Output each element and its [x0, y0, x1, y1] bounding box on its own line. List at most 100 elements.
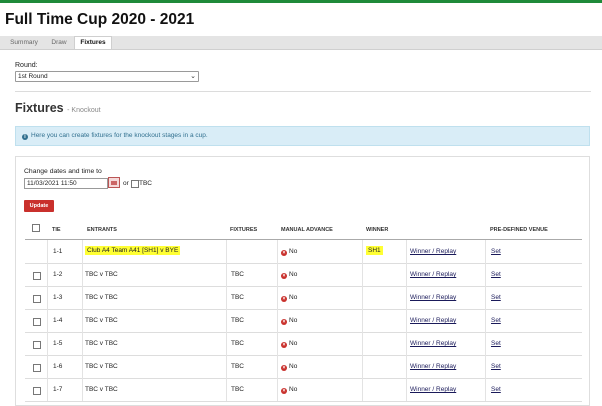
- entrants-cell: TBC v TBC: [85, 340, 118, 347]
- fixture-cell: TBC: [231, 363, 244, 370]
- winner-replay-link[interactable]: Winner / Replay: [410, 248, 456, 255]
- tie-cell: 1-4: [53, 317, 63, 324]
- fixture-cell: TBC: [231, 317, 244, 324]
- update-button[interactable]: Update: [24, 200, 54, 212]
- entrants-text: TBC v TBC: [85, 340, 118, 347]
- row-checkbox[interactable]: [33, 387, 41, 395]
- row-divider: [25, 309, 582, 310]
- winner-replay-text: Winner / Replay: [410, 363, 457, 370]
- tie-cell: 1-7: [53, 386, 63, 393]
- fixtures-heading: Fixtures - Knockout: [15, 101, 101, 115]
- winner-replay-text: Winner / Replay: [410, 317, 457, 324]
- round-select-value: 1st Round: [18, 73, 48, 80]
- chevron-down-icon: ⌄: [190, 73, 196, 80]
- manual-advance-text: No: [289, 294, 298, 301]
- info-icon: i: [22, 134, 28, 140]
- winner-replay-link[interactable]: Winner / Replay: [410, 317, 456, 324]
- set-venue-link[interactable]: Set: [491, 248, 501, 255]
- fixtures-subheading: - Knockout: [67, 107, 101, 114]
- x-circle-icon: ×: [281, 388, 287, 394]
- entrants-text: TBC v TBC: [85, 294, 118, 301]
- manual-advance-cell: × No: [281, 294, 297, 302]
- round-label: Round:: [15, 62, 38, 69]
- tab-bar: Summary Draw Fixtures: [0, 36, 602, 50]
- set-venue-text: Set: [491, 271, 501, 278]
- set-venue-text: Set: [491, 294, 501, 301]
- header-winner: WINNER: [366, 227, 389, 233]
- row-checkbox[interactable]: [33, 364, 41, 372]
- set-venue-link[interactable]: Set: [491, 340, 501, 347]
- set-venue-text: Set: [491, 317, 501, 324]
- winner-replay-link[interactable]: Winner / Replay: [410, 271, 456, 278]
- tie-cell: 1-6: [53, 363, 63, 370]
- fixture-cell: TBC: [231, 294, 244, 301]
- header-venue: PRE-DEFINED VENUE: [490, 227, 548, 233]
- column-divider: [362, 240, 363, 401]
- set-venue-link[interactable]: Set: [491, 271, 501, 278]
- column-divider: [226, 240, 227, 401]
- manual-advance-text: No: [289, 386, 298, 393]
- winner-replay-text: Winner / Replay: [410, 294, 457, 301]
- entrants-cell: TBC v TBC: [85, 386, 118, 393]
- entrants-cell: TBC v TBC: [85, 294, 118, 301]
- entrants-cell: TBC v TBC: [85, 317, 118, 324]
- entrants-text: TBC v TBC: [85, 386, 118, 393]
- info-text: Here you can create fixtures for the kno…: [31, 132, 208, 139]
- winner-replay-text: Winner / Replay: [410, 386, 457, 393]
- x-circle-icon: ×: [281, 273, 287, 279]
- date-time-input[interactable]: 11/03/2021 11:50: [24, 178, 108, 189]
- tab-draw[interactable]: Draw: [44, 37, 74, 48]
- manual-advance-text: No: [289, 340, 298, 347]
- round-select[interactable]: 1st Round ⌄: [15, 71, 199, 82]
- row-checkbox[interactable]: [33, 295, 41, 303]
- winner-replay-text: Winner / Replay: [410, 340, 457, 347]
- row-checkbox[interactable]: [33, 341, 41, 349]
- winner-replay-link[interactable]: Winner / Replay: [410, 340, 456, 347]
- row-checkbox[interactable]: [33, 272, 41, 280]
- winner-replay-link[interactable]: Winner / Replay: [410, 294, 456, 301]
- winner-replay-text: Winner / Replay: [410, 248, 457, 255]
- set-venue-text: Set: [491, 386, 501, 393]
- set-venue-link[interactable]: Set: [491, 294, 501, 301]
- row-divider: [25, 286, 582, 287]
- set-venue-link[interactable]: Set: [491, 363, 501, 370]
- set-venue-link[interactable]: Set: [491, 386, 501, 393]
- header-divider: [25, 239, 582, 240]
- top-accent-bar: [0, 0, 602, 3]
- manual-advance-text: No: [289, 317, 298, 324]
- manual-advance-cell: × No: [281, 248, 297, 256]
- entrants-text: Club A4 Team A41 [SH1] v BYE: [85, 246, 181, 255]
- entrants-cell: Club A4 Team A41 [SH1] v BYE: [85, 246, 181, 255]
- select-all-checkbox[interactable]: [32, 224, 40, 232]
- set-venue-link[interactable]: Set: [491, 317, 501, 324]
- winner-replay-link[interactable]: Winner / Replay: [410, 363, 456, 370]
- tbc-label: TBC: [139, 180, 152, 187]
- entrants-cell: TBC v TBC: [85, 363, 118, 370]
- manual-advance-cell: × No: [281, 363, 297, 371]
- row-checkbox[interactable]: [33, 318, 41, 326]
- tie-cell: 1-3: [53, 294, 63, 301]
- fixture-cell: TBC: [231, 271, 244, 278]
- manual-advance-cell: × No: [281, 340, 297, 348]
- change-dates-label: Change dates and time to: [24, 168, 102, 175]
- manual-advance-cell: × No: [281, 386, 297, 394]
- manual-advance-text: No: [289, 271, 298, 278]
- row-divider: [25, 378, 582, 379]
- winner-cell: SH1: [366, 246, 383, 255]
- tab-summary[interactable]: Summary: [5, 37, 43, 48]
- entrants-text: TBC v TBC: [85, 317, 118, 324]
- header-fixtures: FIXTURES: [230, 227, 258, 233]
- tab-fixtures[interactable]: Fixtures: [74, 36, 112, 49]
- winner-replay-link[interactable]: Winner / Replay: [410, 386, 456, 393]
- info-alert: i Here you can create fixtures for the kn…: [15, 126, 590, 146]
- winner-text: SH1: [366, 246, 383, 255]
- tbc-checkbox[interactable]: [131, 180, 139, 188]
- row-divider: [25, 332, 582, 333]
- row-divider: [25, 355, 582, 356]
- x-circle-icon: ×: [281, 342, 287, 348]
- x-circle-icon: ×: [281, 365, 287, 371]
- column-divider: [406, 240, 407, 401]
- calendar-icon[interactable]: [108, 177, 120, 188]
- column-divider: [277, 240, 278, 401]
- row-divider: [25, 263, 582, 264]
